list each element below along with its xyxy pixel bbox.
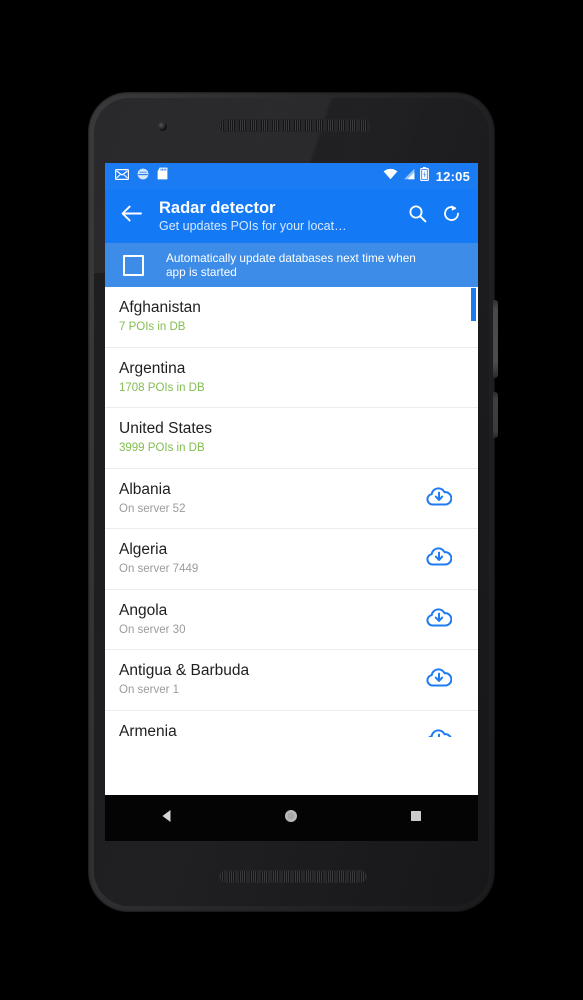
cellular-signal-icon	[403, 167, 415, 185]
country-name: Albania	[119, 480, 171, 498]
battery-icon	[419, 166, 429, 186]
app-bar: Radar detector Get updates POIs for your…	[105, 189, 478, 243]
country-name: Antigua & Barbuda	[119, 662, 250, 680]
row-text-block: United States 3999 POIs in DB	[119, 419, 454, 456]
row-text-block: Argentina 1708 POIs in DB	[119, 359, 454, 396]
table-row[interactable]: Algeria On server 7449	[105, 529, 478, 590]
download-button[interactable]	[424, 604, 454, 634]
phone-device-frame: 12:05 Radar detector Get updates POIs fo…	[88, 92, 498, 912]
row-text-block: Afghanistan 7 POIs in DB	[119, 298, 454, 335]
cloud-download-icon	[426, 666, 453, 693]
country-name: Algeria	[119, 541, 168, 559]
search-icon	[408, 204, 427, 228]
country-name: Angola	[119, 601, 168, 619]
table-row[interactable]: Albania On server 52	[105, 468, 478, 529]
page-title: Radar detector	[159, 198, 276, 217]
table-row[interactable]: Antigua & Barbuda On server 1	[105, 650, 478, 711]
nav-recents-button[interactable]	[388, 798, 444, 838]
page-subtitle: Get updates POIs for your locat…	[159, 218, 347, 233]
country-name: United States	[119, 420, 213, 438]
circle-sync-icon	[137, 167, 149, 185]
table-row[interactable]: United States 3999 POIs in DB	[105, 408, 478, 469]
cloud-download-icon	[426, 485, 453, 512]
row-text-block: Angola On server 30	[119, 601, 424, 638]
table-row[interactable]: Armenia On server 1885	[105, 710, 478, 737]
country-status: On server 1	[119, 684, 180, 697]
arrow-back-icon	[121, 205, 142, 227]
list-scrollbar[interactable]	[471, 287, 476, 737]
front-camera	[158, 122, 167, 131]
table-row[interactable]: Afghanistan 7 POIs in DB	[105, 287, 478, 348]
country-status: 7 POIs in DB	[119, 321, 186, 334]
download-button[interactable]	[424, 665, 454, 695]
country-status: On server 30	[119, 623, 186, 636]
status-bar-clock: 12:05	[435, 168, 470, 184]
list-scrollbar-thumb[interactable]	[471, 288, 476, 321]
status-bar-system-icons: 12:05	[383, 166, 470, 186]
phone-screen: 12:05 Radar detector Get updates POIs fo…	[105, 163, 478, 841]
auto-update-banner[interactable]: Automatically update databases next time…	[105, 243, 478, 287]
country-status: 3999 POIs in DB	[119, 442, 205, 455]
row-text-block: Algeria On server 7449	[119, 540, 424, 577]
country-name: Afghanistan	[119, 299, 201, 317]
search-button[interactable]	[400, 198, 434, 234]
nav-back-button[interactable]	[139, 798, 195, 838]
status-bar-notification-icons	[115, 167, 383, 185]
download-button[interactable]	[424, 544, 454, 574]
cloud-download-icon	[426, 606, 453, 633]
country-name: Argentina	[119, 359, 186, 377]
country-status: 1708 POIs in DB	[119, 381, 205, 394]
volume-button[interactable]	[493, 392, 498, 438]
country-status: On server 7449	[119, 563, 199, 576]
circle-home-icon	[283, 808, 299, 829]
row-text-block: Antigua & Barbuda On server 1	[119, 661, 424, 698]
triangle-back-icon	[159, 808, 175, 829]
row-text-block: Albania On server 52	[119, 480, 424, 517]
square-recents-icon	[408, 808, 424, 829]
country-status: On server 52	[119, 502, 186, 515]
earpiece-speaker-grille	[220, 120, 370, 131]
auto-update-checkbox[interactable]	[123, 254, 144, 276]
power-button[interactable]	[493, 300, 498, 378]
status-bar: 12:05	[105, 163, 478, 189]
sd-card-icon	[157, 167, 168, 185]
gmail-icon	[115, 167, 130, 185]
back-navigation-button[interactable]	[113, 198, 149, 234]
refresh-button[interactable]	[434, 198, 468, 234]
row-text-block: Armenia On server 1885	[119, 722, 424, 737]
cloud-download-icon	[426, 545, 453, 572]
table-row[interactable]: Argentina 1708 POIs in DB	[105, 347, 478, 408]
refresh-icon	[442, 204, 461, 228]
nav-home-button[interactable]	[263, 798, 319, 838]
country-name: Armenia	[119, 722, 177, 737]
android-navigation-bar	[105, 795, 478, 841]
download-button[interactable]	[424, 725, 454, 737]
bottom-speaker-grille	[220, 871, 366, 882]
country-list[interactable]: Afghanistan 7 POIs in DB Argentina 1708 …	[105, 287, 478, 737]
wifi-icon	[383, 167, 398, 185]
table-row[interactable]: Angola On server 30	[105, 589, 478, 650]
cloud-download-icon	[426, 727, 452, 737]
download-button[interactable]	[424, 483, 454, 513]
app-bar-title-block: Radar detector Get updates POIs for your…	[159, 199, 400, 234]
auto-update-label: Automatically update databases next time…	[166, 250, 416, 280]
